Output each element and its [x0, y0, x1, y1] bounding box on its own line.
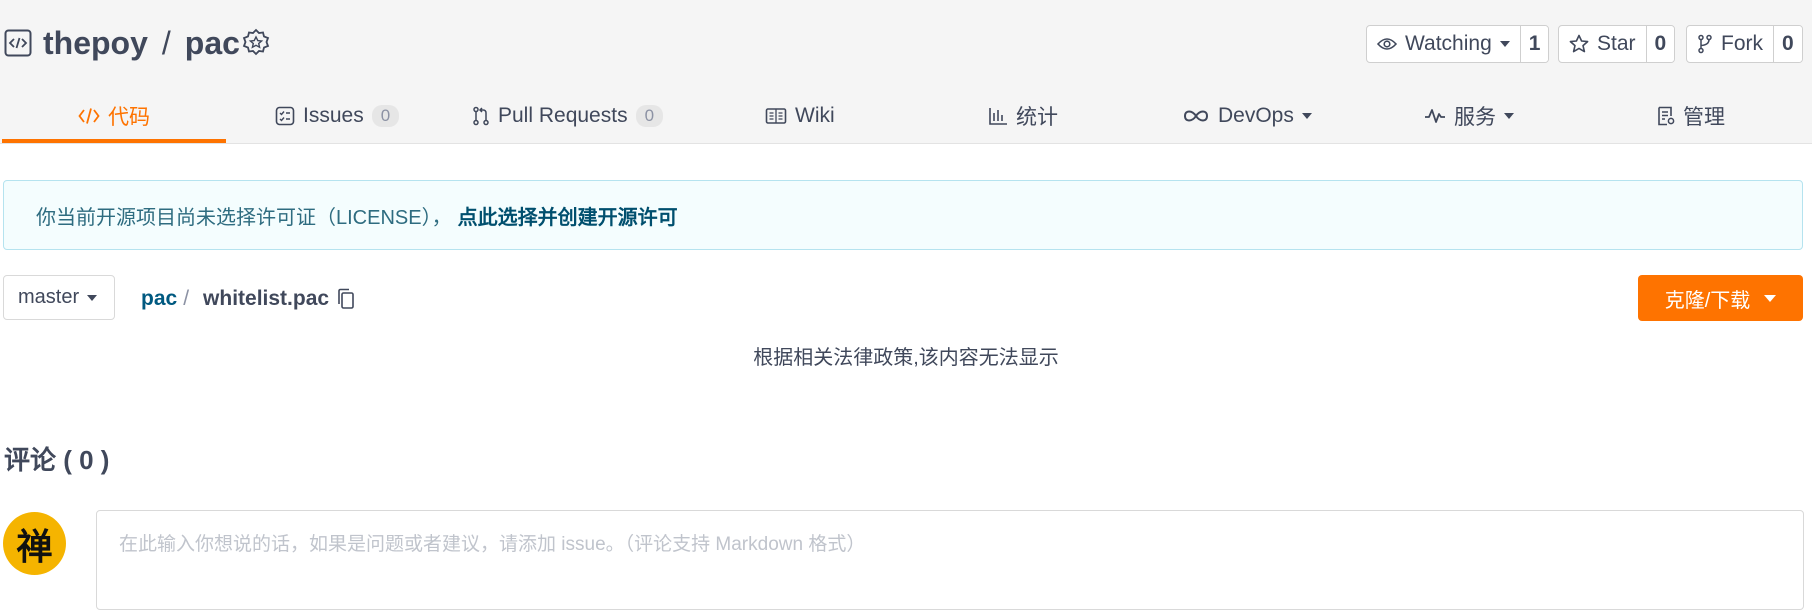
chevron-down-icon [87, 294, 98, 301]
devops-icon [1183, 110, 1209, 121]
repo-tabs: 代码 Issues 0 Pull Requests 0 Wiki 统计 DevO… [0, 88, 1812, 143]
tab-pull-requests[interactable]: Pull Requests 0 [472, 88, 664, 143]
pull-requests-count-badge: 0 [635, 104, 664, 127]
chevron-down-icon [1301, 112, 1312, 119]
fork-icon [1698, 34, 1712, 54]
comment-input[interactable]: 在此输入你想说的话，如果是问题或者建议，请添加 issue。（评论支持 Mark… [96, 510, 1804, 610]
copy-icon[interactable] [337, 288, 355, 310]
pull-request-icon [473, 106, 489, 125]
fork-button[interactable]: Fork [1687, 26, 1773, 62]
issues-count-badge: 0 [371, 104, 400, 127]
repo-title: thepoy / pac [43, 22, 240, 64]
license-notice-text: 你当前开源项目尚未选择许可证（LICENSE）， [36, 206, 452, 229]
tab-manage[interactable]: 管理 [1657, 88, 1725, 143]
repo-name-link[interactable]: pac [185, 25, 240, 61]
tab-label: 服务 [1454, 105, 1496, 129]
tab-label: Issues [303, 103, 364, 127]
code-icon [78, 107, 100, 124]
repo-title-separator: / [161, 25, 171, 61]
manage-icon [1658, 106, 1675, 125]
tab-service[interactable]: 服务 [1424, 88, 1514, 143]
breadcrumb-file-name: whitelist.pac [203, 287, 330, 310]
stats-icon [989, 107, 1007, 125]
repo-owner-link[interactable]: thepoy [43, 25, 148, 61]
repository-icon [4, 29, 32, 57]
recommended-badge-icon[interactable] [241, 28, 271, 58]
tab-devops[interactable]: DevOps [1182, 88, 1312, 143]
tab-wiki[interactable]: Wiki [765, 88, 835, 143]
service-icon [1425, 108, 1445, 123]
branch-name: master [18, 286, 80, 308]
tab-stats[interactable]: 统计 [988, 88, 1058, 143]
tab-label: 代码 [108, 105, 150, 129]
star-label: Star [1597, 32, 1636, 55]
license-notice: 你当前开源项目尚未选择许可证（LICENSE）， 点此选择并创建开源许可 [3, 180, 1803, 250]
chevron-down-icon [1499, 41, 1510, 47]
tab-label: 管理 [1683, 105, 1725, 129]
blocked-content-message: 根据相关法律政策,该内容无法显示 [753, 347, 1059, 369]
tab-label: DevOps [1218, 103, 1294, 127]
comments-heading: 评论 ( 0 ) [4, 445, 110, 475]
watch-group: Watching 1 [1366, 25, 1550, 63]
fork-label: Fork [1721, 32, 1763, 55]
wiki-icon [765, 107, 787, 124]
clone-download-label: 克隆/下载 [1664, 289, 1751, 312]
watching-label: Watching [1405, 32, 1492, 55]
breadcrumb: pac / whitelist.pac [141, 284, 355, 314]
star-group: Star 0 [1558, 25, 1676, 63]
clone-download-button[interactable]: 克隆/下载 [1638, 275, 1803, 321]
star-count[interactable]: 0 [1645, 26, 1675, 62]
tab-issues[interactable]: Issues 0 [275, 88, 400, 143]
tab-label: Wiki [795, 103, 835, 127]
breadcrumb-repo-link[interactable]: pac [141, 287, 177, 311]
branch-select[interactable]: master [3, 275, 115, 320]
active-tab-indicator [2, 139, 226, 143]
tab-label: 统计 [1016, 105, 1058, 129]
avatar[interactable]: 禅 [3, 512, 66, 575]
issues-icon [275, 106, 295, 125]
chevron-down-icon [1764, 294, 1777, 302]
eye-icon [1377, 38, 1397, 50]
star-button[interactable]: Star [1559, 26, 1646, 62]
tab-label: Pull Requests [498, 103, 628, 127]
fork-count[interactable]: 0 [1773, 26, 1802, 62]
tab-code[interactable]: 代码 [78, 88, 150, 143]
create-license-link[interactable]: 点此选择并创建开源许可 [458, 201, 678, 230]
watching-count[interactable]: 1 [1519, 26, 1549, 62]
chevron-down-icon [1504, 112, 1514, 119]
watching-button[interactable]: Watching [1367, 26, 1520, 62]
fork-group: Fork 0 [1686, 25, 1803, 63]
star-icon [1569, 34, 1589, 53]
breadcrumb-separator: / [183, 287, 190, 310]
